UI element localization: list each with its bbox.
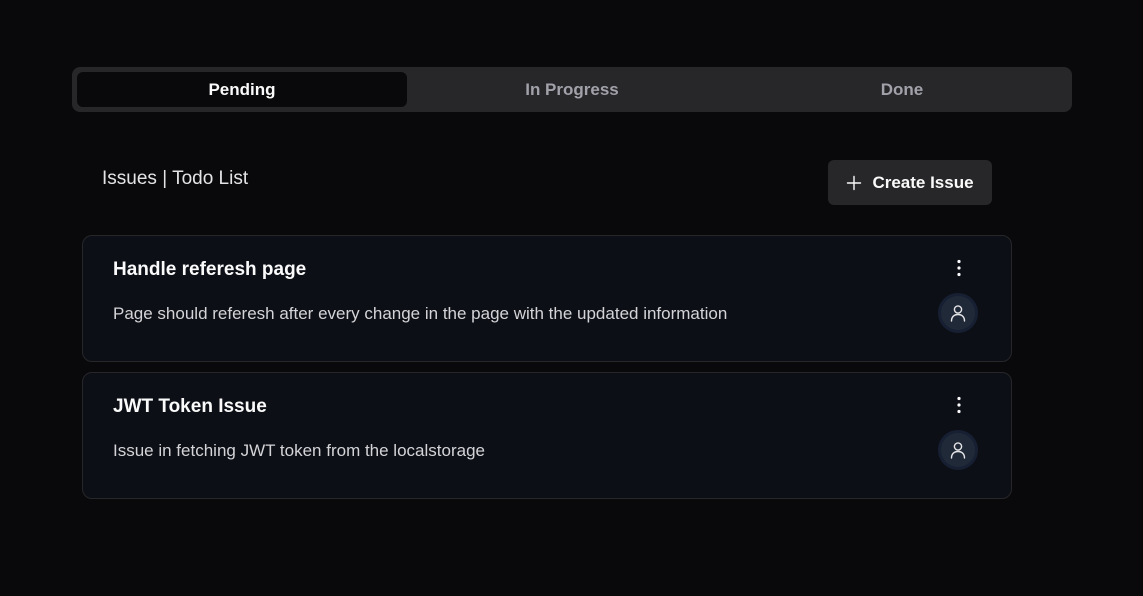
plus-icon: [847, 175, 862, 190]
tab-pending[interactable]: Pending: [77, 72, 407, 107]
create-issue-label: Create Issue: [872, 172, 974, 192]
issue-title: JWT Token Issue: [113, 396, 267, 417]
tab-in-progress[interactable]: In Progress: [407, 72, 737, 107]
issue-title: Handle referesh page: [113, 259, 307, 280]
issue-card[interactable]: Handle referesh page Page should referes…: [82, 235, 1012, 362]
more-vertical-icon[interactable]: [949, 395, 969, 415]
create-issue-button[interactable]: Create Issue: [828, 160, 992, 205]
tab-done[interactable]: Done: [737, 72, 1067, 107]
issue-description: Page should referesh after every change …: [113, 304, 728, 323]
more-vertical-icon[interactable]: [949, 258, 969, 278]
avatar[interactable]: [938, 293, 978, 333]
user-icon: [950, 442, 966, 459]
user-icon: [950, 305, 966, 322]
status-tabs: Pending In Progress Done: [72, 67, 1072, 112]
page-title: Issues | Todo List: [102, 168, 249, 189]
issue-card[interactable]: JWT Token Issue Issue in fetching JWT to…: [82, 372, 1012, 499]
avatar[interactable]: [938, 430, 978, 470]
issue-description: Issue in fetching JWT token from the loc…: [113, 441, 485, 460]
